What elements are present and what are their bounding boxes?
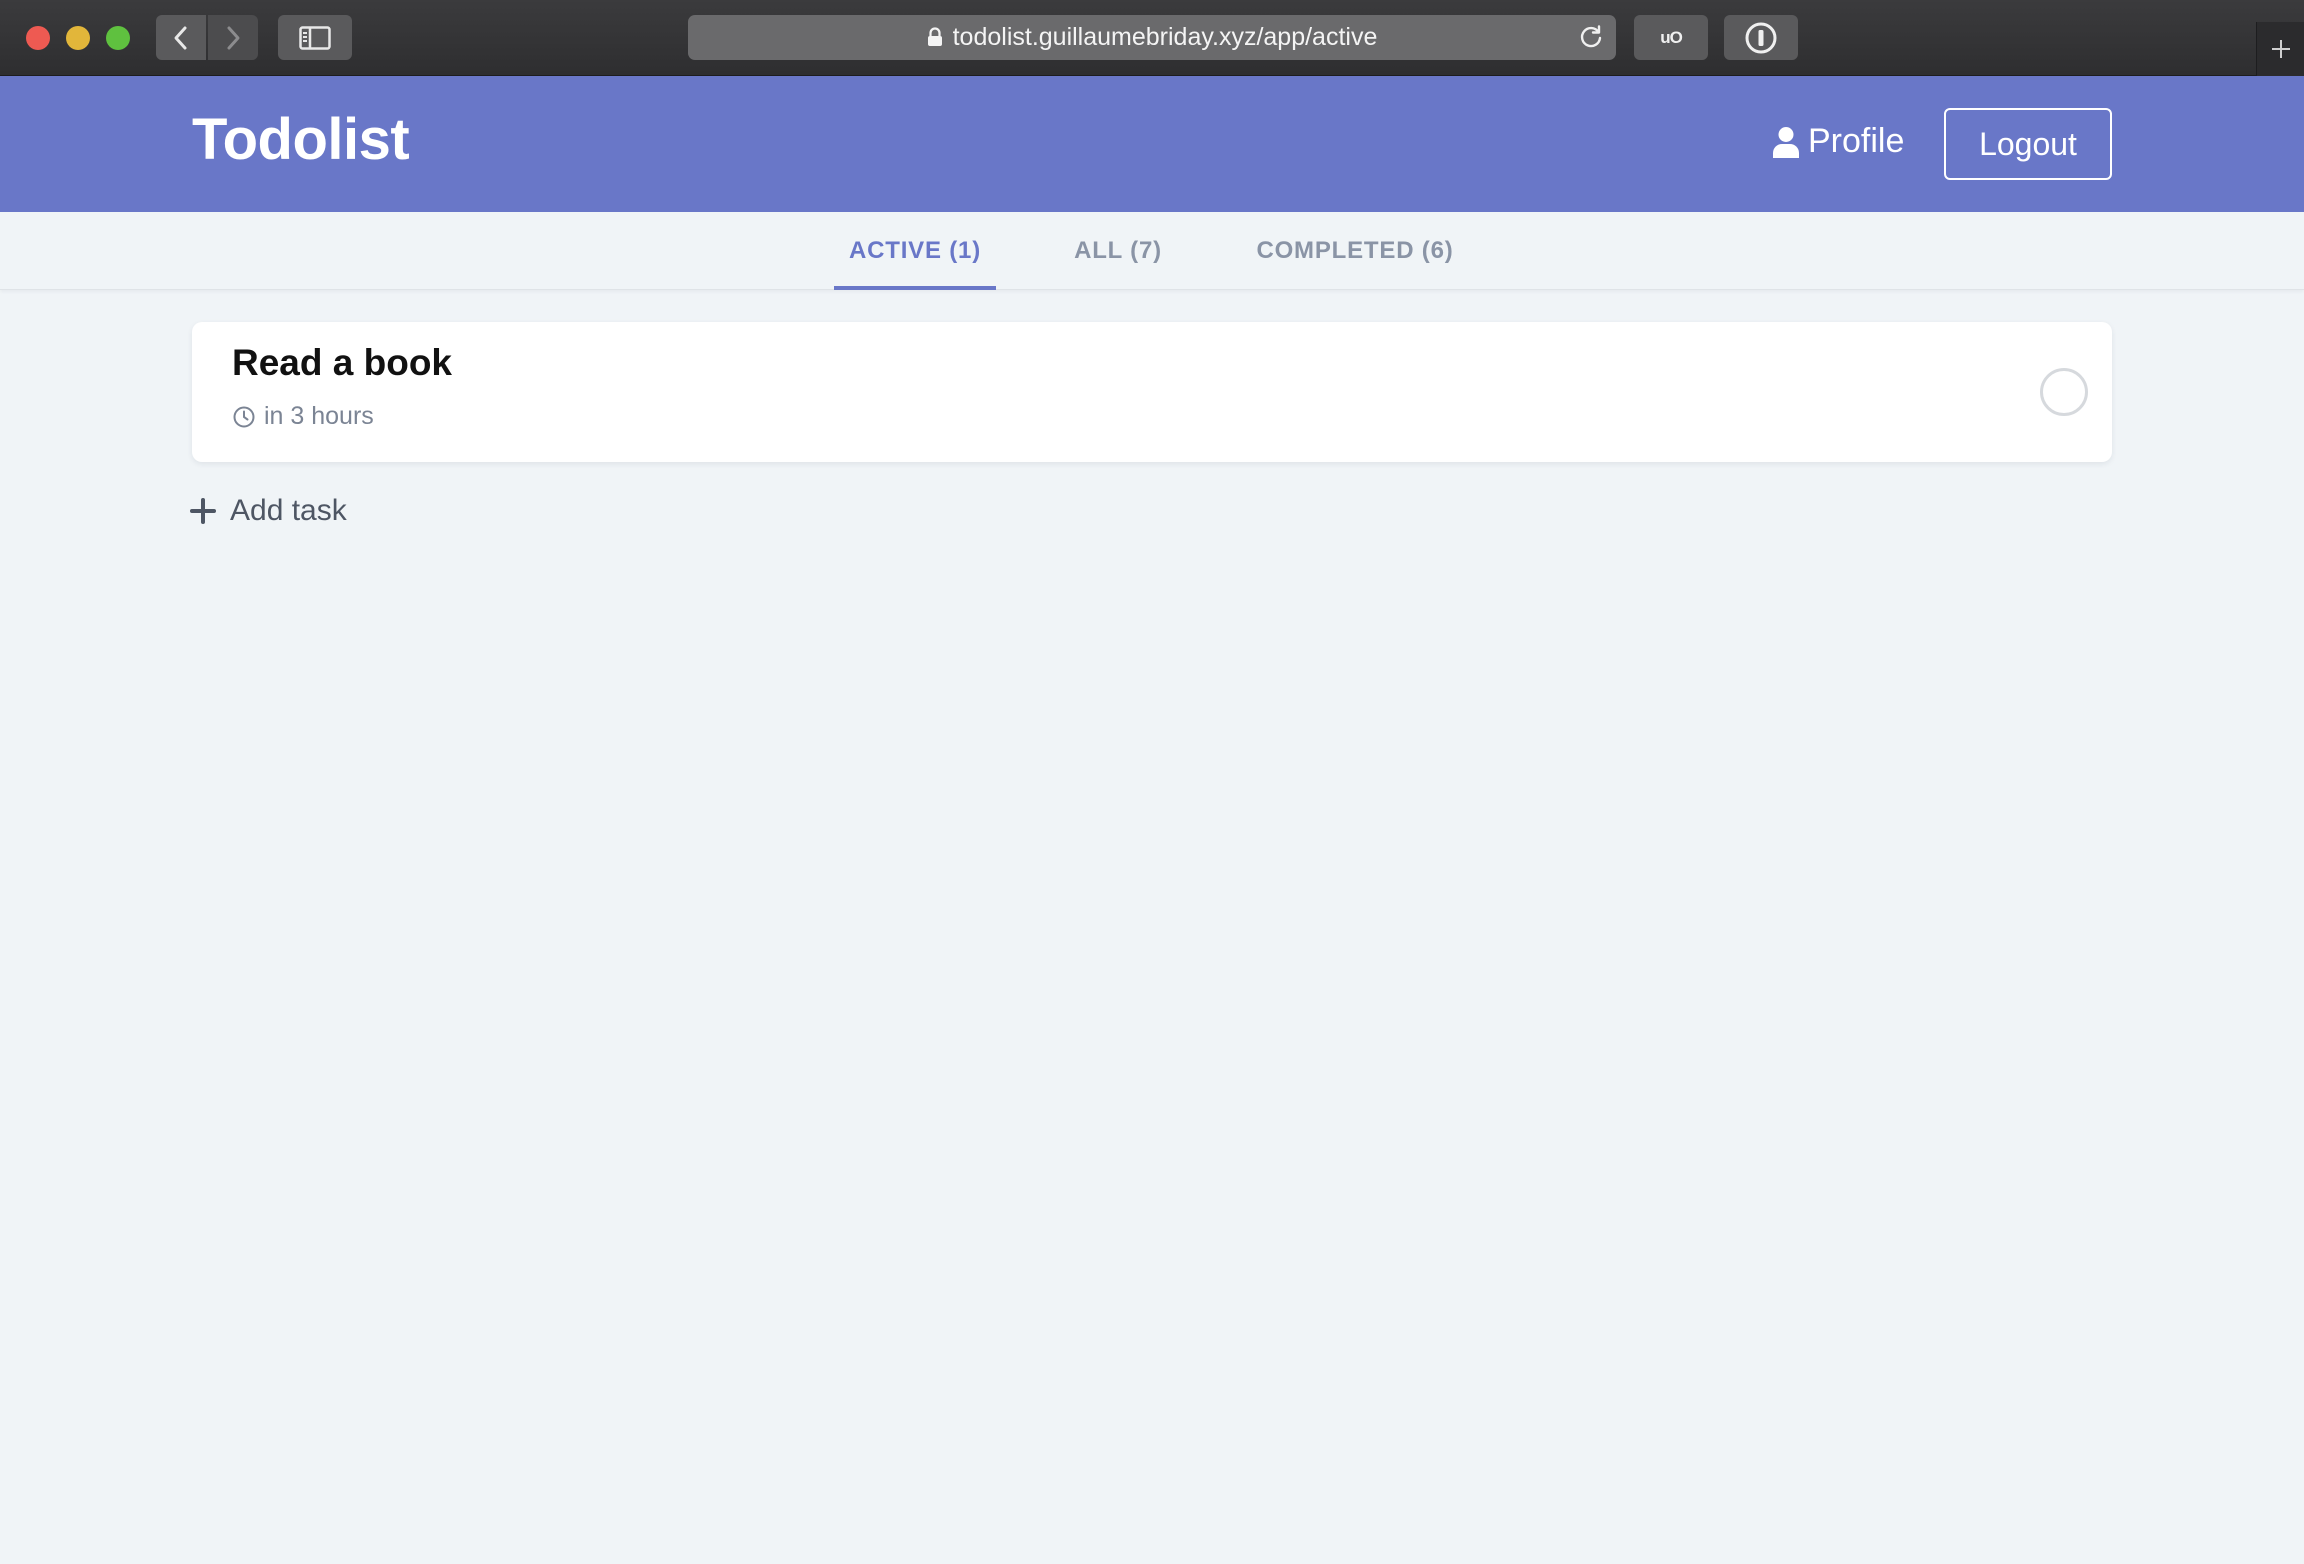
clock-icon: [233, 406, 255, 427]
profile-label: Profile: [1808, 122, 1905, 160]
forward-button[interactable]: [208, 15, 258, 60]
brand-logo[interactable]: Todolist: [192, 106, 410, 173]
filter-tabs: ACTIVE (1) ALL (7) COMPLETED (6): [0, 212, 2304, 290]
lock-icon: [927, 26, 942, 46]
plus-icon: [190, 498, 216, 524]
tab-completed[interactable]: COMPLETED (6): [1244, 212, 1466, 290]
password-manager-button[interactable]: [1724, 15, 1798, 60]
reload-icon[interactable]: [1578, 24, 1604, 50]
close-window-button[interactable]: [26, 26, 50, 50]
user-icon: [1773, 126, 1799, 158]
minimize-window-button[interactable]: [66, 26, 90, 50]
zoom-window-button[interactable]: [106, 26, 130, 50]
url-text: todolist.guillaumebriday.xyz/app/active: [952, 23, 1378, 51]
new-tab-button[interactable]: [2256, 22, 2304, 76]
logout-button[interactable]: Logout: [1944, 108, 2112, 180]
sidebar-icon: [299, 25, 331, 50]
chevron-right-icon: [227, 26, 240, 49]
chevron-left-icon: [174, 26, 187, 49]
plus-icon: [2271, 40, 2290, 58]
back-button[interactable]: [156, 15, 206, 60]
browser-toolbar: todolist.guillaumebriday.xyz/app/active …: [0, 0, 2304, 76]
app-header: Todolist Profile Logout: [0, 76, 2304, 212]
password-manager-icon: [1745, 22, 1777, 53]
tab-all[interactable]: ALL (7): [1060, 212, 1176, 290]
task-item[interactable]: Read a book in 3 hours: [192, 322, 2112, 462]
sidebar-toggle-button[interactable]: [278, 15, 352, 60]
address-bar[interactable]: todolist.guillaumebriday.xyz/app/active: [688, 15, 1616, 60]
task-due: in 3 hours: [232, 402, 374, 431]
task-complete-checkbox[interactable]: [2040, 368, 2088, 416]
ublock-extension-button[interactable]: uO: [1634, 15, 1708, 60]
task-title: Read a book: [232, 342, 452, 383]
tab-active[interactable]: ACTIVE (1): [834, 212, 996, 290]
task-due-text: in 3 hours: [264, 402, 374, 430]
add-task-label: Add task: [230, 494, 347, 527]
ublock-icon: uO: [1660, 27, 1683, 47]
profile-link[interactable]: Profile: [1772, 122, 1904, 161]
add-task-button[interactable]: Add task: [190, 494, 347, 528]
